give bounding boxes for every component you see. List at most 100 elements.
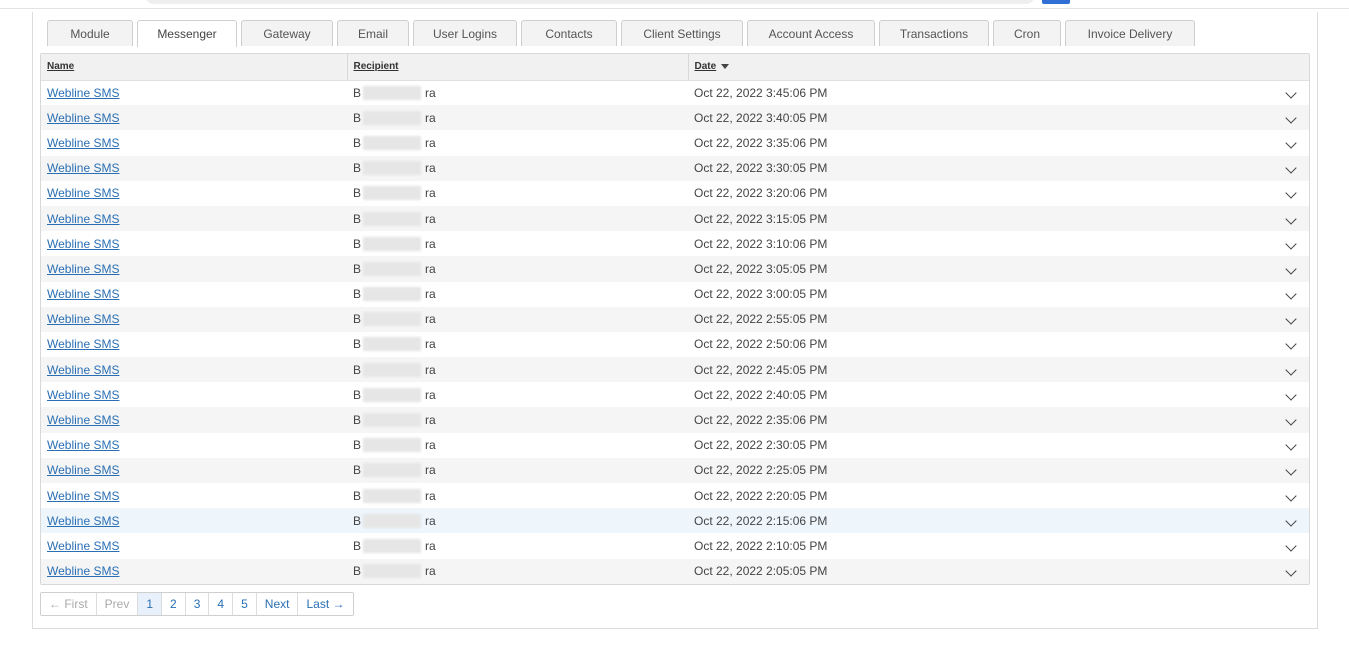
message-name-link[interactable]: Webline SMS bbox=[47, 337, 119, 351]
chevron-down-icon[interactable] bbox=[1285, 439, 1297, 451]
table-row[interactable]: Webline SMS Bra Oct 22, 2022 2:55:05 PM bbox=[41, 306, 1309, 332]
tab-user-logins[interactable]: User Logins bbox=[413, 20, 517, 46]
table-row[interactable]: Webline SMS Bra Oct 22, 2022 3:40:05 PM bbox=[41, 105, 1309, 131]
table-row[interactable]: Webline SMS Bra Oct 22, 2022 3:00:05 PM bbox=[41, 281, 1309, 307]
message-name-link[interactable]: Webline SMS bbox=[47, 111, 119, 125]
cell-name: Webline SMS bbox=[41, 332, 347, 357]
table-row[interactable]: Webline SMS Bra Oct 22, 2022 3:05:05 PM bbox=[41, 256, 1309, 282]
cell-recipient: Bra bbox=[347, 332, 688, 357]
chevron-down-icon[interactable] bbox=[1285, 112, 1297, 124]
tab-account-access[interactable]: Account Access bbox=[747, 20, 875, 46]
cell-date: Oct 22, 2022 3:00:05 PM bbox=[694, 287, 828, 302]
message-name-link[interactable]: Webline SMS bbox=[47, 388, 119, 402]
message-name-link[interactable]: Webline SMS bbox=[47, 262, 119, 276]
column-header-name[interactable]: Name bbox=[41, 54, 348, 81]
pagination-page-2[interactable]: 2 bbox=[162, 593, 186, 615]
message-name-link[interactable]: Webline SMS bbox=[47, 212, 119, 226]
pagination-page-1[interactable]: 1 bbox=[138, 593, 163, 615]
message-name-link[interactable]: Webline SMS bbox=[47, 489, 119, 503]
table-row[interactable]: Webline SMS Bra Oct 22, 2022 2:10:05 PM bbox=[41, 533, 1309, 559]
message-name-link[interactable]: Webline SMS bbox=[47, 136, 119, 150]
tab-transactions[interactable]: Transactions bbox=[879, 20, 989, 46]
message-name-link[interactable]: Webline SMS bbox=[47, 312, 119, 326]
chevron-down-icon[interactable] bbox=[1285, 363, 1297, 376]
pagination: ← First Prev 1 2 3 4 5 Next Last → bbox=[40, 592, 354, 616]
column-header-recipient[interactable]: Recipient bbox=[347, 54, 689, 81]
table-row[interactable]: Webline SMS Bra Oct 22, 2022 2:05:05 PM bbox=[41, 558, 1309, 584]
tab-messenger[interactable]: Messenger bbox=[137, 20, 237, 47]
pagination-last[interactable]: Last → bbox=[298, 593, 353, 615]
tab-email[interactable]: Email bbox=[337, 20, 409, 46]
message-name-link[interactable]: Webline SMS bbox=[47, 86, 119, 100]
recipient-suffix: ra bbox=[425, 261, 436, 276]
table-row[interactable]: Webline SMS Bra Oct 22, 2022 3:45:06 PM bbox=[41, 80, 1309, 106]
chevron-down-icon[interactable] bbox=[1285, 338, 1297, 351]
table-row[interactable]: Webline SMS Bra Oct 22, 2022 3:20:06 PM bbox=[41, 180, 1309, 206]
message-name-link[interactable]: Webline SMS bbox=[47, 237, 119, 251]
table-row[interactable]: Webline SMS Bra Oct 22, 2022 2:30:05 PM bbox=[41, 432, 1309, 458]
tab-gateway[interactable]: Gateway bbox=[241, 20, 333, 46]
chevron-down-icon[interactable] bbox=[1285, 137, 1297, 149]
cell-expand bbox=[1273, 458, 1309, 483]
table-row[interactable]: Webline SMS Bra Oct 22, 2022 2:50:06 PM bbox=[41, 331, 1309, 358]
recipient-prefix: B bbox=[353, 186, 362, 201]
table-row[interactable]: Webline SMS Bra Oct 22, 2022 2:25:05 PM bbox=[41, 457, 1309, 483]
pagination-page-3[interactable]: 3 bbox=[185, 593, 210, 615]
message-name-link[interactable]: Webline SMS bbox=[47, 161, 119, 175]
table-row[interactable]: Webline SMS Bra Oct 22, 2022 3:10:06 PM bbox=[41, 231, 1309, 257]
tab-client-settings[interactable]: Client Settings bbox=[621, 20, 743, 46]
message-name-link[interactable]: Webline SMS bbox=[47, 413, 119, 427]
chevron-down-icon[interactable] bbox=[1285, 87, 1297, 99]
cell-expand bbox=[1273, 256, 1309, 281]
chevron-down-icon[interactable] bbox=[1285, 515, 1297, 527]
chevron-down-icon[interactable] bbox=[1285, 389, 1297, 401]
table-row[interactable]: Webline SMS Bra Oct 22, 2022 3:15:05 PM bbox=[41, 205, 1309, 232]
chevron-down-icon[interactable] bbox=[1285, 238, 1297, 250]
cell-expand bbox=[1273, 282, 1309, 307]
chevron-down-icon[interactable] bbox=[1285, 489, 1297, 502]
recipient-suffix: ra bbox=[425, 186, 436, 201]
chevron-down-icon[interactable] bbox=[1285, 565, 1297, 577]
message-name-link[interactable]: Webline SMS bbox=[47, 564, 119, 578]
pagination-page-5[interactable]: 5 bbox=[233, 593, 257, 615]
recipient-suffix: ra bbox=[425, 236, 436, 251]
chevron-down-icon[interactable] bbox=[1285, 288, 1297, 300]
message-name-link[interactable]: Webline SMS bbox=[47, 438, 119, 452]
chevron-down-icon[interactable] bbox=[1285, 313, 1297, 325]
chevron-down-icon[interactable] bbox=[1285, 464, 1297, 477]
table-row[interactable]: Webline SMS Bra Oct 22, 2022 2:40:05 PM bbox=[41, 382, 1309, 408]
chevron-down-icon[interactable] bbox=[1285, 540, 1297, 552]
table-row[interactable]: Webline SMS Bra Oct 22, 2022 2:20:05 PM bbox=[41, 483, 1309, 509]
recipient-suffix: ra bbox=[425, 387, 436, 402]
tab-module[interactable]: Module bbox=[47, 20, 133, 46]
cell-recipient: Bra bbox=[347, 407, 688, 432]
pagination-page-4[interactable]: 4 bbox=[209, 593, 234, 615]
message-name-link[interactable]: Webline SMS bbox=[47, 363, 119, 377]
column-header-date[interactable]: Date bbox=[688, 54, 1309, 81]
tab-bar: Module Messenger Gateway Email User Logins Co… bbox=[47, 20, 1199, 47]
tab-contacts[interactable]: Contacts bbox=[521, 20, 617, 46]
table-row[interactable]: Webline SMS Bra Oct 22, 2022 2:45:05 PM bbox=[41, 357, 1309, 383]
recipient-suffix: ra bbox=[425, 538, 436, 553]
table-row[interactable]: Webline SMS Bra Oct 22, 2022 2:35:06 PM bbox=[41, 407, 1309, 433]
message-name-link[interactable]: Webline SMS bbox=[47, 186, 119, 200]
message-name-link[interactable]: Webline SMS bbox=[47, 463, 119, 477]
chevron-down-icon[interactable] bbox=[1285, 263, 1297, 275]
cell-name: Webline SMS bbox=[41, 559, 347, 584]
chevron-down-icon[interactable] bbox=[1285, 212, 1297, 225]
message-name-link[interactable]: Webline SMS bbox=[47, 514, 119, 528]
chevron-down-icon[interactable] bbox=[1285, 187, 1297, 200]
message-name-link[interactable]: Webline SMS bbox=[47, 287, 119, 301]
table-row[interactable]: Webline SMS Bra Oct 22, 2022 3:30:05 PM bbox=[41, 155, 1309, 181]
cell-name: Webline SMS bbox=[41, 458, 347, 483]
table-row[interactable]: Webline SMS Bra Oct 22, 2022 3:35:06 PM bbox=[41, 130, 1309, 156]
message-name-link[interactable]: Webline SMS bbox=[47, 539, 119, 553]
chevron-down-icon[interactable] bbox=[1285, 414, 1297, 426]
top-search-bar[interactable] bbox=[145, 0, 1035, 4]
pagination-next[interactable]: Next bbox=[256, 593, 299, 615]
table-row[interactable]: Webline SMS Bra Oct 22, 2022 2:15:06 PM bbox=[41, 508, 1309, 534]
chevron-down-icon[interactable] bbox=[1285, 162, 1297, 174]
tab-cron[interactable]: Cron bbox=[993, 20, 1061, 46]
tab-invoice-delivery[interactable]: Invoice Delivery bbox=[1065, 20, 1195, 46]
redacted-recipient bbox=[363, 186, 422, 201]
